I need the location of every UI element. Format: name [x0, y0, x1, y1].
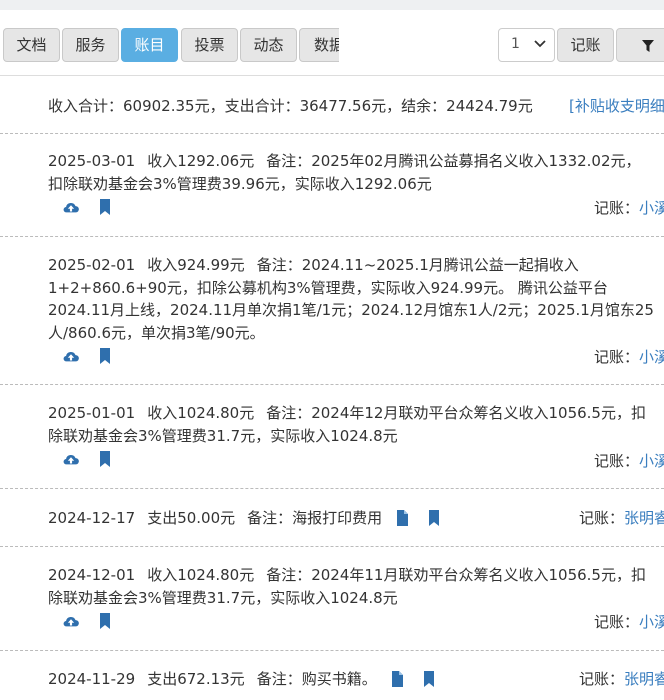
divider [0, 133, 664, 134]
entry-date: 2025-02-01 [48, 256, 136, 274]
tab-votes[interactable]: 投票 [181, 28, 238, 62]
entry-note: 备注：购买书籍。 [256, 670, 377, 688]
entry-note-cont: 1+2+860.6+90元，扣除公募机构3%管理费，实际收入924.99元。 腾… [48, 278, 608, 297]
ledger-entry: 2025-01-01 收入1024.80元 备注：2024年12月联劝平台众筹名义收… [48, 402, 664, 470]
page-select[interactable]: 1 [498, 28, 555, 62]
divider [0, 488, 664, 489]
entry-note: 备注：2025年02月腾讯公益募捐名义收入1332.02元， [266, 152, 641, 170]
recorder-name[interactable]: 小溪 [639, 348, 664, 366]
divider [0, 384, 664, 385]
recorder-name[interactable]: 张明睿 [624, 670, 664, 688]
entry-note-cont: 除联劝基金会3%管理费31.7元，实际收入1024.8元 [48, 588, 398, 607]
entry-line: 2024-12-01 收入1024.80元 备注：2024年11月联劝平台众筹名义收… [48, 564, 664, 587]
cloud-upload-icon[interactable] [62, 198, 80, 216]
entry-line: 2025-01-01 收入1024.80元 备注：2024年12月联劝平台众筹名义收… [48, 402, 664, 425]
bookmark-icon[interactable] [421, 671, 437, 687]
cloud-upload-icon[interactable] [62, 347, 80, 365]
tab-updates[interactable]: 动态 [240, 28, 297, 62]
entry-note-cont: 2024.11月上线，2024.11月单次捐1笔/1元；2024.12月馆东1人… [48, 301, 654, 319]
ledger-entry: 2024-12-01 收入1024.80元 备注：2024年11月联劝平台众筹名义收… [48, 564, 664, 631]
bookmark-icon[interactable] [96, 450, 114, 468]
entry-recorder: 记账：小溪 [594, 346, 664, 367]
recorder-label: 记账： [594, 613, 640, 631]
entry-line: 2025-02-01 收入924.99元 备注：2024.11~2025.1月腾讯公… [48, 254, 664, 277]
document-icon[interactable] [394, 510, 410, 526]
entry-note: 备注：海报打印费用 [247, 509, 383, 527]
summary-detail-link[interactable]: [补贴收支明细 [569, 95, 664, 116]
divider [0, 75, 664, 76]
recorder-label: 记账： [594, 199, 640, 217]
entry-date: 2025-01-01 [48, 404, 136, 422]
entry-note-cont: 扣除联劝基金会3%管理费39.96元，实际收入1292.06元 [48, 174, 432, 193]
ledger-entry: 2024-11-29 支出672.13元 备注：购买书籍。 记账：张明睿 [48, 668, 664, 691]
entry-date: 2024-12-01 [48, 566, 136, 584]
bookmark-icon[interactable] [96, 347, 114, 365]
toolbar: 文档 服务 账目 投票 动态 数据 1 记账 [0, 28, 664, 62]
bookmark-icon[interactable] [96, 198, 114, 216]
bookmark-icon[interactable] [426, 510, 442, 526]
recorder-name[interactable]: 小溪 [639, 613, 664, 631]
divider [0, 650, 664, 651]
divider [0, 546, 664, 547]
page-select-value: 1 [511, 36, 520, 52]
entry-recorder: 记账：张明睿 [579, 668, 664, 689]
entry-date: 2025-03-01 [48, 152, 136, 170]
ledger-entry: 2025-02-01 收入924.99元 备注：2024.11~2025.1月腾讯公… [48, 254, 664, 366]
document-icon[interactable] [389, 671, 405, 687]
chevron-down-icon [534, 34, 546, 58]
entry-recorder: 记账：小溪 [594, 450, 664, 471]
recorder-label: 记账： [579, 670, 625, 688]
summary-text: 收入合计：60902.35元，支出合计：36477.56元，结余：24424.7… [48, 97, 533, 115]
entry-amount: 收入1024.80元 [147, 404, 255, 422]
bookmark-icon[interactable] [96, 612, 114, 630]
tab-docs[interactable]: 文档 [3, 28, 60, 62]
entry-date: 2024-11-29 [48, 670, 136, 688]
entry-amount: 收入924.99元 [147, 256, 245, 274]
ledger-entry: 2024-12-17 支出50.00元 备注：海报打印费用 记账：张明睿 [48, 507, 664, 530]
recorder-name[interactable]: 小溪 [639, 452, 664, 470]
recorder-name[interactable]: 张明睿 [624, 509, 664, 527]
cloud-upload-icon[interactable] [62, 450, 80, 468]
filter-button[interactable] [616, 28, 664, 62]
cloud-upload-icon[interactable] [62, 612, 80, 630]
entry-recorder: 记账：小溪 [594, 611, 664, 632]
recorder-name[interactable]: 小溪 [639, 199, 664, 217]
entry-note: 备注：2024.11~2025.1月腾讯公益一起捐收入 [256, 256, 579, 274]
tab-data[interactable]: 数据 [299, 28, 339, 62]
tab-data-clip: 数据 [299, 28, 339, 62]
entry-note-cont: 人/860.6元，单次捐3笔/90元。 [48, 323, 265, 342]
divider [0, 236, 664, 237]
entry-line: 2024-12-17 支出50.00元 备注：海报打印费用 [48, 507, 664, 530]
entry-date: 2024-12-17 [48, 509, 136, 527]
entry-line: 2025-03-01 收入1292.06元 备注：2025年02月腾讯公益募捐名义收… [48, 150, 664, 173]
entry-line: 2024-11-29 支出672.13元 备注：购买书籍。 [48, 668, 664, 691]
entry-amount: 收入1292.06元 [147, 152, 255, 170]
entry-note: 备注：2024年11月联劝平台众筹名义收入1056.5元，扣 [266, 566, 646, 584]
entry-note-cont: 除联劝基金会3%管理费31.7元，实际收入1024.8元 [48, 426, 398, 445]
entry-amount: 收入1024.80元 [147, 566, 255, 584]
top-strip [0, 0, 664, 10]
recorder-label: 记账： [594, 452, 640, 470]
entry-recorder: 记账：张明睿 [579, 507, 664, 528]
entry-note: 备注：2024年12月联劝平台众筹名义收入1056.5元，扣 [266, 404, 646, 422]
log-button[interactable]: 记账 [557, 28, 614, 62]
ledger-entry: 2025-03-01 收入1292.06元 备注：2025年02月腾讯公益募捐名义收… [48, 150, 664, 217]
entry-amount: 支出672.13元 [147, 670, 245, 688]
filter-icon [642, 40, 654, 52]
recorder-label: 记账： [594, 348, 640, 366]
entry-recorder: 记账：小溪 [594, 197, 664, 218]
tab-accounts[interactable]: 账目 [121, 28, 178, 62]
tab-services[interactable]: 服务 [62, 28, 119, 62]
recorder-label: 记账： [579, 509, 625, 527]
entry-amount: 支出50.00元 [147, 509, 236, 527]
